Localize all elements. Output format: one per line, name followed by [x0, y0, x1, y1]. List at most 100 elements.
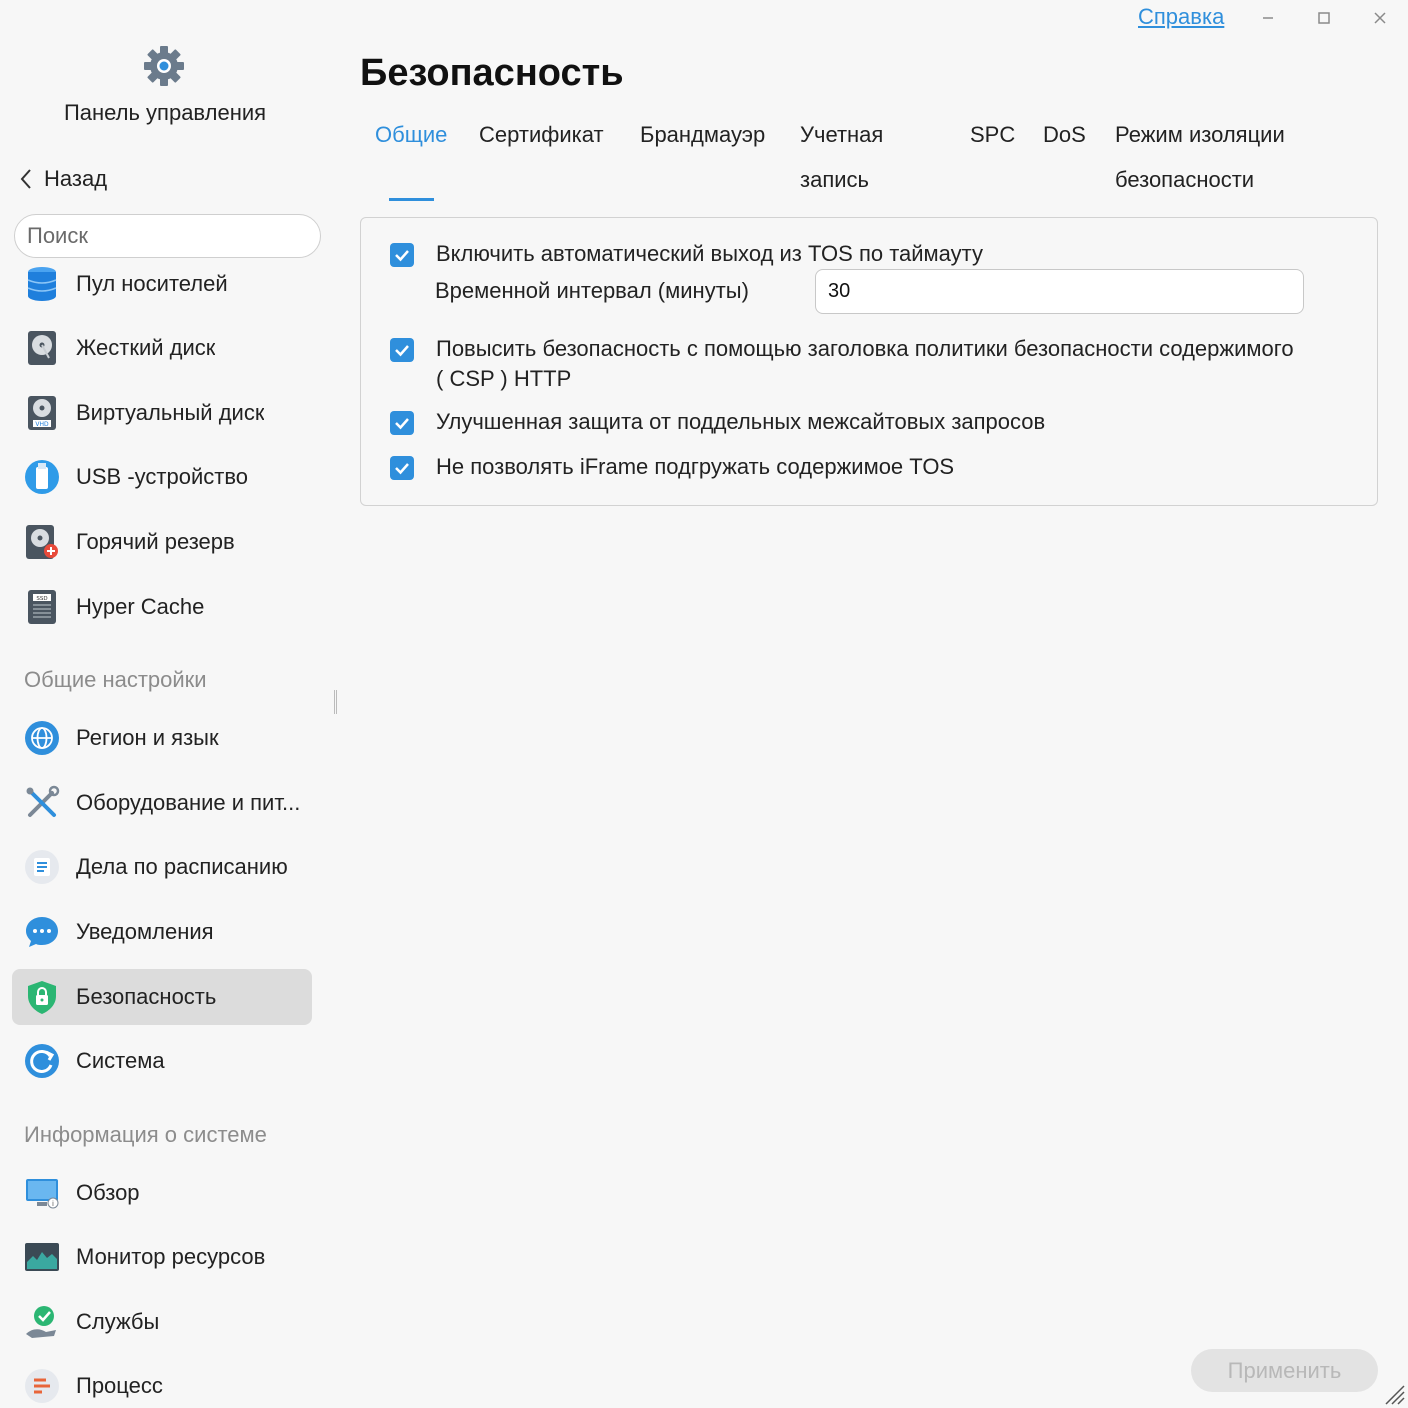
tab-account[interactable]: Учетная запись	[800, 112, 883, 202]
close-icon	[1374, 12, 1386, 24]
tab-general[interactable]: Общие	[375, 112, 447, 157]
chat-bubble-icon	[24, 914, 60, 950]
sidebar-item-label: Службы	[76, 1309, 160, 1334]
auto-logout-option: Включить автоматический выход из TOS по …	[390, 239, 983, 269]
iframe-option: Не позволять iFrame подгружать содержимо…	[390, 452, 954, 482]
sidebar-item-label: Процесс	[76, 1373, 163, 1398]
minimize-button[interactable]	[1256, 6, 1280, 30]
sidebar-item-label: Виртуальный диск	[76, 400, 265, 425]
sidebar-item-label: Жесткий диск	[76, 335, 216, 360]
checkmark-icon	[395, 463, 409, 475]
services-icon	[24, 1304, 60, 1340]
csrf-option: Улучшенная защита от поддельных межсайто…	[390, 407, 1045, 437]
sidebar-item-hard-disk[interactable]: Жесткий диск	[12, 320, 312, 376]
interval-label: Временной интервал (минуты)	[435, 278, 749, 303]
section-title-system-info: Информация о системе	[24, 1122, 267, 1147]
gear-icon	[144, 46, 184, 86]
active-tab-indicator	[389, 198, 434, 201]
checkmark-icon	[395, 345, 409, 357]
tools-icon	[24, 785, 60, 821]
sidebar-item-system[interactable]: Система	[12, 1033, 312, 1089]
tab-label-line2: запись	[800, 167, 869, 192]
sidebar-item-label: Уведомления	[76, 919, 214, 944]
search-box	[14, 214, 321, 258]
sidebar-item-label: Обзор	[76, 1180, 140, 1205]
maximize-button[interactable]	[1312, 6, 1336, 30]
ssd-cache-icon: SSD	[24, 589, 60, 625]
sidebar-item-usb[interactable]: USB -устройство	[12, 449, 312, 505]
sidebar-item-label: Монитор ресурсов	[76, 1244, 266, 1269]
minimize-icon	[1263, 17, 1273, 19]
globe-icon	[24, 720, 60, 756]
tab-certificate[interactable]: Сертификат	[479, 112, 604, 157]
tab-dos[interactable]: DoS	[1043, 112, 1086, 157]
svg-text:i: i	[52, 1200, 54, 1208]
hot-spare-icon	[24, 524, 60, 560]
apply-button[interactable]: Применить	[1191, 1349, 1378, 1392]
sidebar-item-label: Система	[76, 1048, 165, 1073]
sidebar: Панель управления Назад Пул носителей Же…	[0, 0, 332, 1408]
sidebar-item-region-language[interactable]: Регион и язык	[12, 710, 312, 766]
close-button[interactable]	[1368, 6, 1392, 30]
tab-firewall[interactable]: Брандмауэр	[640, 112, 765, 157]
help-link[interactable]: Справка	[1138, 4, 1224, 30]
auto-logout-checkbox[interactable]	[390, 243, 414, 267]
checkmark-icon	[395, 250, 409, 262]
sidebar-item-hardware-power[interactable]: Оборудование и пит...	[12, 775, 312, 831]
hard-disk-icon	[24, 330, 60, 366]
page-title: Безопасность	[360, 52, 624, 94]
csrf-checkbox[interactable]	[390, 411, 414, 435]
shield-lock-icon	[24, 979, 60, 1015]
usb-icon	[24, 459, 60, 495]
sidebar-item-notifications[interactable]: Уведомления	[12, 904, 312, 960]
csp-label-line2: ( CSP ) HTTP	[436, 366, 572, 391]
sidebar-item-label: Hyper Cache	[76, 594, 205, 619]
sidebar-item-storage-pool[interactable]: Пул носителей	[12, 256, 312, 312]
auto-logout-label: Включить автоматический выход из TOS по …	[436, 241, 983, 266]
tab-isolation-mode[interactable]: Режим изоляции безопасности	[1115, 112, 1285, 202]
sidebar-item-hyper-cache[interactable]: SSD Hyper Cache	[12, 579, 312, 635]
svg-text:VHD: VHD	[35, 421, 49, 428]
virtual-disk-icon: VHD	[24, 395, 60, 431]
sidebar-item-label: Дела по расписанию	[76, 854, 288, 879]
csp-label: Повысить безопасность с помощью заголовк…	[436, 334, 1294, 394]
app-title: Панель управления	[63, 100, 267, 125]
csp-checkbox[interactable]	[390, 338, 414, 362]
refresh-icon	[24, 1043, 60, 1079]
control-panel-window: Справка Панель управления Назад Поиск Пу…	[0, 0, 1408, 1408]
sidebar-item-label: Оборудование и пит...	[76, 790, 301, 815]
interval-minutes-input[interactable]	[815, 269, 1304, 314]
sidebar-item-security[interactable]: Безопасность	[12, 969, 312, 1025]
tab-label-line1: Учетная	[800, 122, 884, 147]
sidebar-item-label: Пул носителей	[76, 271, 228, 296]
maximize-icon	[1318, 12, 1330, 24]
sidebar-item-resource-monitor[interactable]: Монитор ресурсов	[12, 1229, 312, 1285]
csp-label-line1: Повысить безопасность с помощью заголовк…	[436, 336, 1294, 361]
csp-option: Повысить безопасность с помощью заголовк…	[390, 334, 1294, 394]
svg-text:SSD: SSD	[36, 596, 47, 602]
sidebar-item-label: Регион и язык	[76, 725, 219, 750]
sidebar-splitter-handle[interactable]	[334, 690, 337, 714]
search-input[interactable]	[27, 223, 315, 249]
resource-chart-icon	[24, 1239, 60, 1275]
chevron-left-icon	[20, 169, 31, 189]
tab-label-line2: безопасности	[1115, 167, 1255, 192]
section-title-general: Общие настройки	[24, 667, 207, 692]
process-icon	[24, 1368, 60, 1404]
sidebar-item-services[interactable]: Службы	[12, 1294, 312, 1350]
tab-spc[interactable]: SPC	[970, 112, 1015, 157]
sidebar-item-process[interactable]: Процесс	[12, 1358, 312, 1408]
monitor-icon: i	[24, 1175, 60, 1211]
schedule-icon	[24, 849, 60, 885]
back-button[interactable]: Назад	[18, 166, 107, 192]
iframe-checkbox[interactable]	[390, 456, 414, 480]
resize-grip-icon[interactable]	[1380, 1380, 1406, 1406]
sidebar-item-hot-spare[interactable]: Горячий резерв	[12, 514, 312, 570]
sidebar-item-scheduled-tasks[interactable]: Дела по расписанию	[12, 839, 312, 895]
sidebar-item-label: Горячий резерв	[76, 529, 235, 554]
sidebar-item-overview[interactable]: i Обзор	[12, 1165, 312, 1221]
storage-pool-icon	[24, 266, 60, 302]
iframe-label: Не позволять iFrame подгружать содержимо…	[436, 454, 955, 479]
csrf-label: Улучшенная защита от поддельных межсайто…	[436, 409, 1046, 434]
sidebar-item-virtual-disk[interactable]: VHD Виртуальный диск	[12, 385, 312, 441]
